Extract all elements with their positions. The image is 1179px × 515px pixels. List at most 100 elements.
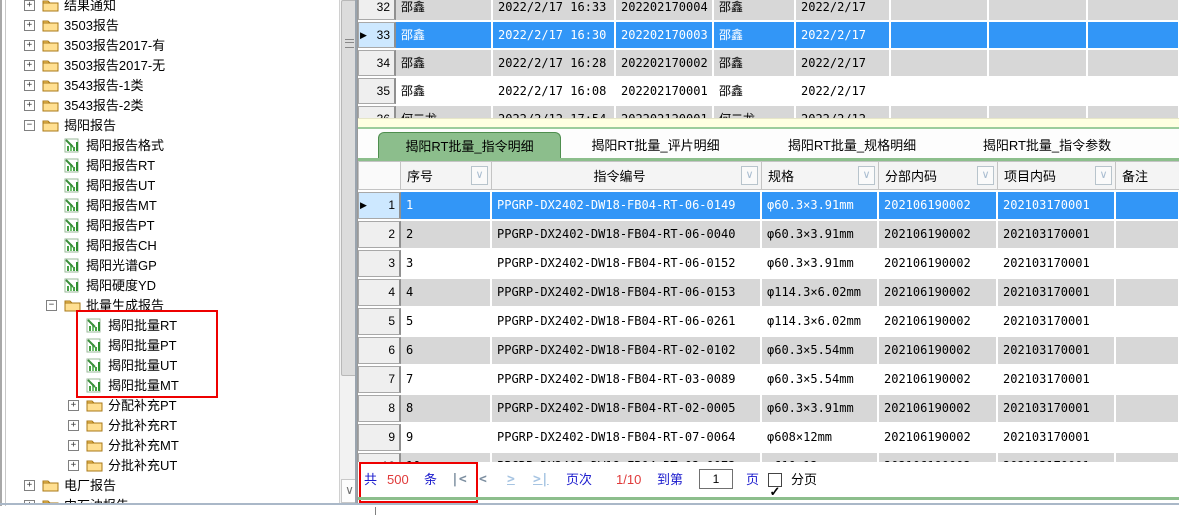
- tree-scrollbar-thumb[interactable]: [341, 0, 357, 376]
- filter-dropdown-icon[interactable]: ∨: [471, 166, 488, 185]
- tree-item-folder[interactable]: +分批补充RT: [8, 416, 338, 436]
- table-row[interactable]: 44PPGRP-DX2402-DW18-FB04-RT-06-0153φ114.…: [358, 279, 1179, 306]
- tree-item-report[interactable]: 揭阳批量RT: [8, 316, 338, 336]
- cell: 202202170004: [616, 0, 714, 20]
- row-number: 5: [388, 308, 395, 335]
- next-page-button[interactable]: >: [507, 462, 515, 497]
- expand-toggle-icon[interactable]: +: [24, 20, 35, 31]
- filter-dropdown-icon[interactable]: ∨: [977, 166, 994, 185]
- expand-toggle-icon[interactable]: +: [68, 420, 79, 431]
- cell: φ60.3×3.91mm: [762, 221, 879, 248]
- tree-item-report[interactable]: 揭阳硬度YD: [8, 276, 338, 296]
- table-row[interactable]: 77PPGRP-DX2402-DW18-FB04-RT-03-0089φ60.3…: [358, 366, 1179, 393]
- table-row[interactable]: ▶33邵鑫2022/2/17 16:30202202170003邵鑫2022/2…: [358, 22, 1179, 48]
- last-page-button[interactable]: >|: [533, 462, 549, 497]
- tab-2[interactable]: 揭阳RT批量_评片明细: [574, 132, 737, 160]
- expand-toggle-icon[interactable]: +: [24, 40, 35, 51]
- cell: φ114.3×6.02mm: [762, 279, 879, 306]
- tree-item-report[interactable]: 揭阳报告CH: [8, 236, 338, 256]
- tree-item-report[interactable]: 揭阳报告RT: [8, 156, 338, 176]
- tree-item-folder[interactable]: +3543报告-2类: [8, 96, 338, 116]
- table-row[interactable]: 1010PPGRP-DX2402-DW18-FB04-RT-02-0073φ61…: [358, 453, 1179, 462]
- filter-dropdown-icon[interactable]: ∨: [1095, 166, 1112, 185]
- tree-item-folder[interactable]: +3543报告-1类: [8, 76, 338, 96]
- tree-item-folder[interactable]: +分配补充PT: [8, 396, 338, 416]
- expand-toggle-icon[interactable]: +: [24, 480, 35, 491]
- column-header-label: 指令编号: [498, 166, 741, 185]
- tree-item-report[interactable]: 揭阳批量MT: [8, 376, 338, 396]
- row-number: 34: [377, 50, 390, 76]
- tree-item-report[interactable]: 揭阳报告UT: [8, 176, 338, 196]
- tree-item-folder[interactable]: +分批补充MT: [8, 436, 338, 456]
- cell: [989, 78, 1088, 104]
- tab-4[interactable]: 揭阳RT批量_指令参数: [966, 132, 1128, 160]
- cell: 邵鑫: [396, 22, 493, 48]
- tree-item-report[interactable]: 揭阳报告PT: [8, 216, 338, 236]
- expand-toggle-icon[interactable]: +: [68, 440, 79, 451]
- table-row[interactable]: 99PPGRP-DX2402-DW18-FB04-RT-07-0064φ608×…: [358, 424, 1179, 451]
- cell: [1116, 424, 1179, 451]
- column-header-3[interactable]: 规格∨: [762, 161, 879, 190]
- cell: [1088, 22, 1179, 48]
- tree-item-report[interactable]: 揭阳批量PT: [8, 336, 338, 356]
- tree-scrollbar[interactable]: ∨: [339, 0, 357, 505]
- goto-page-input[interactable]: [699, 469, 733, 489]
- tree-item-report[interactable]: 揭阳报告格式: [8, 136, 338, 156]
- expand-toggle-icon[interactable]: −: [24, 120, 35, 131]
- cell: 202202170001: [616, 78, 714, 104]
- column-header-1[interactable]: 序号∨: [401, 161, 492, 190]
- prev-page-button[interactable]: <: [479, 462, 487, 497]
- expand-toggle-icon[interactable]: +: [24, 60, 35, 71]
- cell: [989, 22, 1088, 48]
- table-row[interactable]: 35邵鑫2022/2/17 16:08202202170001邵鑫2022/2/…: [358, 78, 1179, 104]
- tree-item-folder[interactable]: +3503报告2017-无: [8, 56, 338, 76]
- table-row[interactable]: 32邵鑫2022/2/17 16:33202202170004邵鑫2022/2/…: [358, 0, 1179, 20]
- filter-dropdown-icon[interactable]: ∨: [741, 166, 758, 185]
- tree-scrollbar-down-button[interactable]: ∨: [341, 479, 357, 503]
- expand-toggle-icon[interactable]: +: [24, 0, 35, 11]
- tree-item-folder[interactable]: +电厂报告: [8, 476, 338, 496]
- tree-item-folder[interactable]: +3503报告2017-有: [8, 36, 338, 56]
- cell: PPGRP-DX2402-DW18-FB04-RT-02-0073: [492, 453, 762, 462]
- expand-toggle-icon[interactable]: +: [24, 100, 35, 111]
- folder-icon: [42, 18, 59, 38]
- pagination-bar: 共 500 条 |< < > >| 页次 1/10 到第 页 ✓ 分页: [358, 462, 1179, 497]
- filter-dropdown-icon[interactable]: ∨: [858, 166, 875, 185]
- expand-toggle-icon[interactable]: −: [46, 300, 57, 311]
- table-row[interactable]: 36何二龙2022/2/12 17:54202202120001何二龙2022/…: [358, 106, 1179, 118]
- cell: [1088, 50, 1179, 76]
- cell: PPGRP-DX2402-DW18-FB04-RT-06-0152: [492, 250, 762, 277]
- cell: 2022/2/17 16:08: [493, 78, 616, 104]
- column-header-5[interactable]: 项目内码∨: [998, 161, 1116, 190]
- expand-toggle-icon[interactable]: +: [24, 80, 35, 91]
- tree-item-folder[interactable]: −批量生成报告: [8, 296, 338, 316]
- first-page-button[interactable]: |<: [451, 462, 467, 497]
- table-row[interactable]: 88PPGRP-DX2402-DW18-FB04-RT-02-0005φ60.3…: [358, 395, 1179, 422]
- tree-item-folder[interactable]: +结果通知: [8, 0, 338, 16]
- tree-item-report[interactable]: 揭阳光谱GP: [8, 256, 338, 276]
- tree-item-folder[interactable]: −揭阳报告: [8, 116, 338, 136]
- tab-3[interactable]: 揭阳RT批量_规格明细: [772, 132, 932, 160]
- table-row[interactable]: ▶11PPGRP-DX2402-DW18-FB04-RT-06-0149φ60.…: [358, 192, 1179, 219]
- column-header-4[interactable]: 分部内码∨: [879, 161, 998, 190]
- tree-item-label: 揭阳批量PT: [108, 336, 177, 356]
- cell: φ60.3×3.91mm: [762, 250, 879, 277]
- column-header-2[interactable]: 指令编号∨: [492, 161, 762, 190]
- expand-toggle-icon[interactable]: +: [68, 460, 79, 471]
- window-left-edge-inner: [5, 0, 6, 506]
- table-row[interactable]: 66PPGRP-DX2402-DW18-FB04-RT-02-0102φ60.3…: [358, 337, 1179, 364]
- tab-1[interactable]: 揭阳RT批量_指令明细: [378, 132, 561, 160]
- tree-item-folder[interactable]: +分批补充UT: [8, 456, 338, 476]
- table-row[interactable]: 22PPGRP-DX2402-DW18-FB04-RT-06-0040φ60.3…: [358, 221, 1179, 248]
- column-header-6[interactable]: 备注: [1116, 161, 1179, 190]
- table-row[interactable]: 34邵鑫2022/2/17 16:28202202170002邵鑫2022/2/…: [358, 50, 1179, 76]
- row-number: 32: [377, 0, 390, 20]
- tree-item-report[interactable]: 揭阳报告MT: [8, 196, 338, 216]
- expand-toggle-icon[interactable]: +: [68, 400, 79, 411]
- paging-checkbox[interactable]: ✓: [768, 473, 782, 487]
- table-row[interactable]: 33PPGRP-DX2402-DW18-FB04-RT-06-0152φ60.3…: [358, 250, 1179, 277]
- cell: 202103170001: [998, 250, 1116, 277]
- tree-item-folder[interactable]: +3503报告: [8, 16, 338, 36]
- table-row[interactable]: 55PPGRP-DX2402-DW18-FB04-RT-06-0261φ114.…: [358, 308, 1179, 335]
- tree-item-report[interactable]: 揭阳批量UT: [8, 356, 338, 376]
